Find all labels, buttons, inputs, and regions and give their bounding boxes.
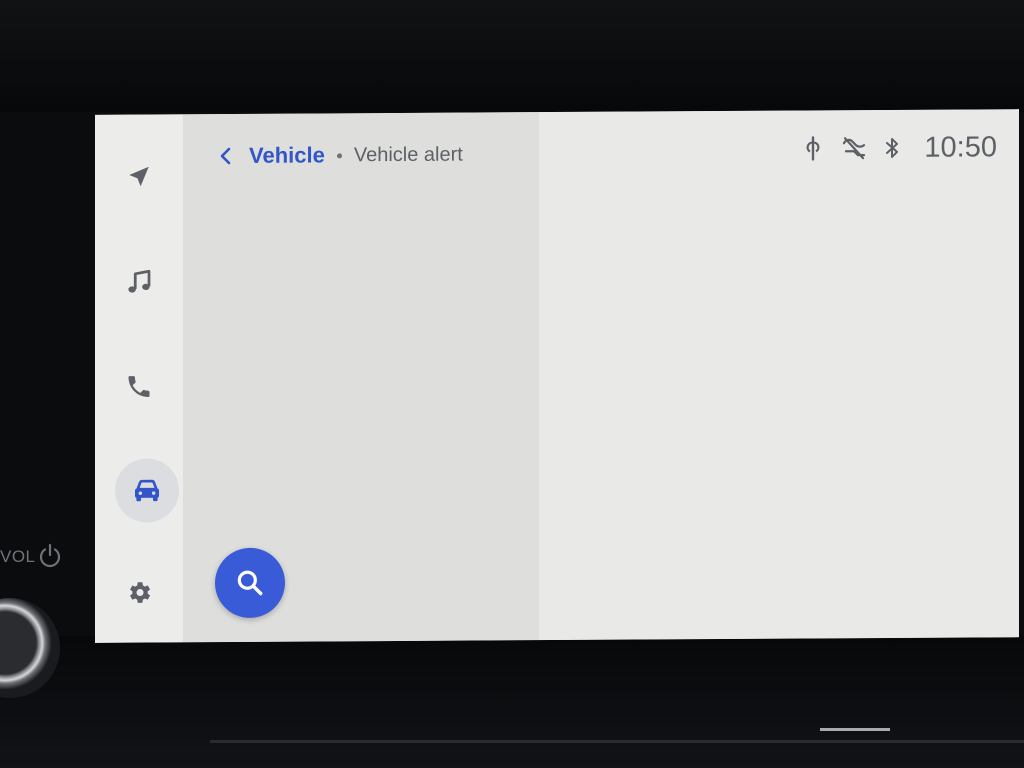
bezel-trim-highlight <box>820 728 890 731</box>
right-pane <box>539 109 1019 641</box>
status-bar: 10:50 <box>802 129 997 166</box>
bezel-top <box>0 0 1024 112</box>
vol-label: VOL <box>0 547 36 566</box>
wireless-charging-icon <box>806 136 820 161</box>
rail-item-phone[interactable] <box>117 364 161 408</box>
breadcrumb: Vehicle Vehicle alert <box>215 139 463 173</box>
bezel-bottom <box>0 636 1024 768</box>
breadcrumb-vehicle[interactable]: Vehicle <box>249 142 325 168</box>
rail-item-vehicle[interactable] <box>115 458 179 523</box>
car-icon <box>135 479 159 502</box>
bluetooth-icon <box>886 137 899 158</box>
back-button[interactable] <box>215 145 237 167</box>
chevron-left-icon <box>220 147 231 165</box>
bezel-trim-line <box>210 740 1024 743</box>
search-icon <box>237 570 263 596</box>
music-note-icon <box>128 269 151 293</box>
search-button[interactable] <box>215 547 285 619</box>
navigation-arrow-icon <box>129 166 149 187</box>
mic-muted-icon <box>843 137 866 160</box>
power-icon[interactable] <box>36 542 64 570</box>
rail-item-navigation[interactable] <box>117 154 161 198</box>
breadcrumb-vehicle-alert: Vehicle alert <box>353 143 463 166</box>
rail-item-settings[interactable] <box>117 570 161 614</box>
nav-rail <box>95 114 183 643</box>
infotainment-screen: Vehicle Vehicle alert 10:50 <box>95 109 1019 643</box>
breadcrumb-separator <box>336 152 342 158</box>
clock: 10:50 <box>924 130 997 164</box>
rail-item-media[interactable] <box>117 260 161 304</box>
gear-icon <box>130 582 151 603</box>
phone-icon <box>128 376 150 397</box>
